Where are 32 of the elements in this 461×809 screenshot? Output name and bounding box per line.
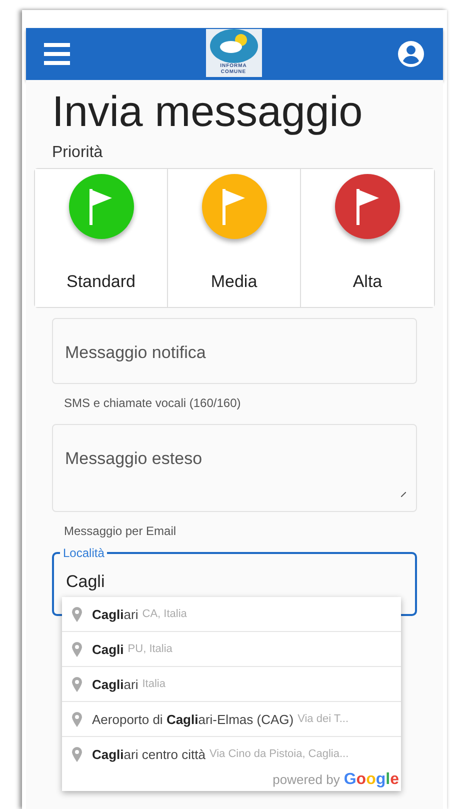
attribution-text: powered by [272,771,340,788]
resize-handle-icon[interactable] [401,492,406,497]
helper-text: SMS e chiamate vocali (160/160) [64,396,242,410]
priority-option[interactable]: Standard [35,169,168,307]
helper-text: Messaggio per Email [64,524,178,538]
suggestion-address: Italia [142,678,166,690]
priority-option[interactable]: Alta [301,169,434,307]
brand-logo: Google [344,771,399,788]
priority-label: Priorità [52,144,104,162]
menu-icon[interactable] [44,43,70,65]
weather-cloud-icon [210,29,258,63]
suggestion-item[interactable]: Aeroporto di Cagliari-Elmas (CAG) Via dei T... [62,701,401,736]
suggestion-name: Cagliari [92,676,138,692]
suggestion-name: Cagliari centro città [92,746,206,762]
suggestion-item[interactable]: Cagliari Italia [62,666,401,701]
pin-icon [72,712,82,726]
priority-option[interactable]: Media [168,169,301,307]
suggestion-name: Cagli [92,642,124,656]
suggestion-address: Via Cino da Pistoia, Caglia... [209,748,349,760]
pin-icon [72,746,82,762]
suggestion-address: PU, Italia [128,643,172,655]
textarea-field[interactable]: Messaggio esteso [52,424,417,512]
suggestion-name: Aeroporto di Cagliari-Elmas (CAG) [92,712,294,726]
suggestion-item[interactable]: Cagliari centro città Via Cino da Pistoia, Caglia... [62,736,401,771]
pin-icon [72,676,82,692]
suggestion-address: Via dei T... [298,713,349,725]
input-field[interactable]: Messaggio notifica [52,318,417,384]
pin-icon [72,606,82,622]
suggestion-item[interactable]: Cagli PU, Italia [62,631,401,666]
pin-icon [72,642,82,656]
page-title: Invia messaggio [52,87,364,138]
account-icon[interactable] [397,40,425,68]
